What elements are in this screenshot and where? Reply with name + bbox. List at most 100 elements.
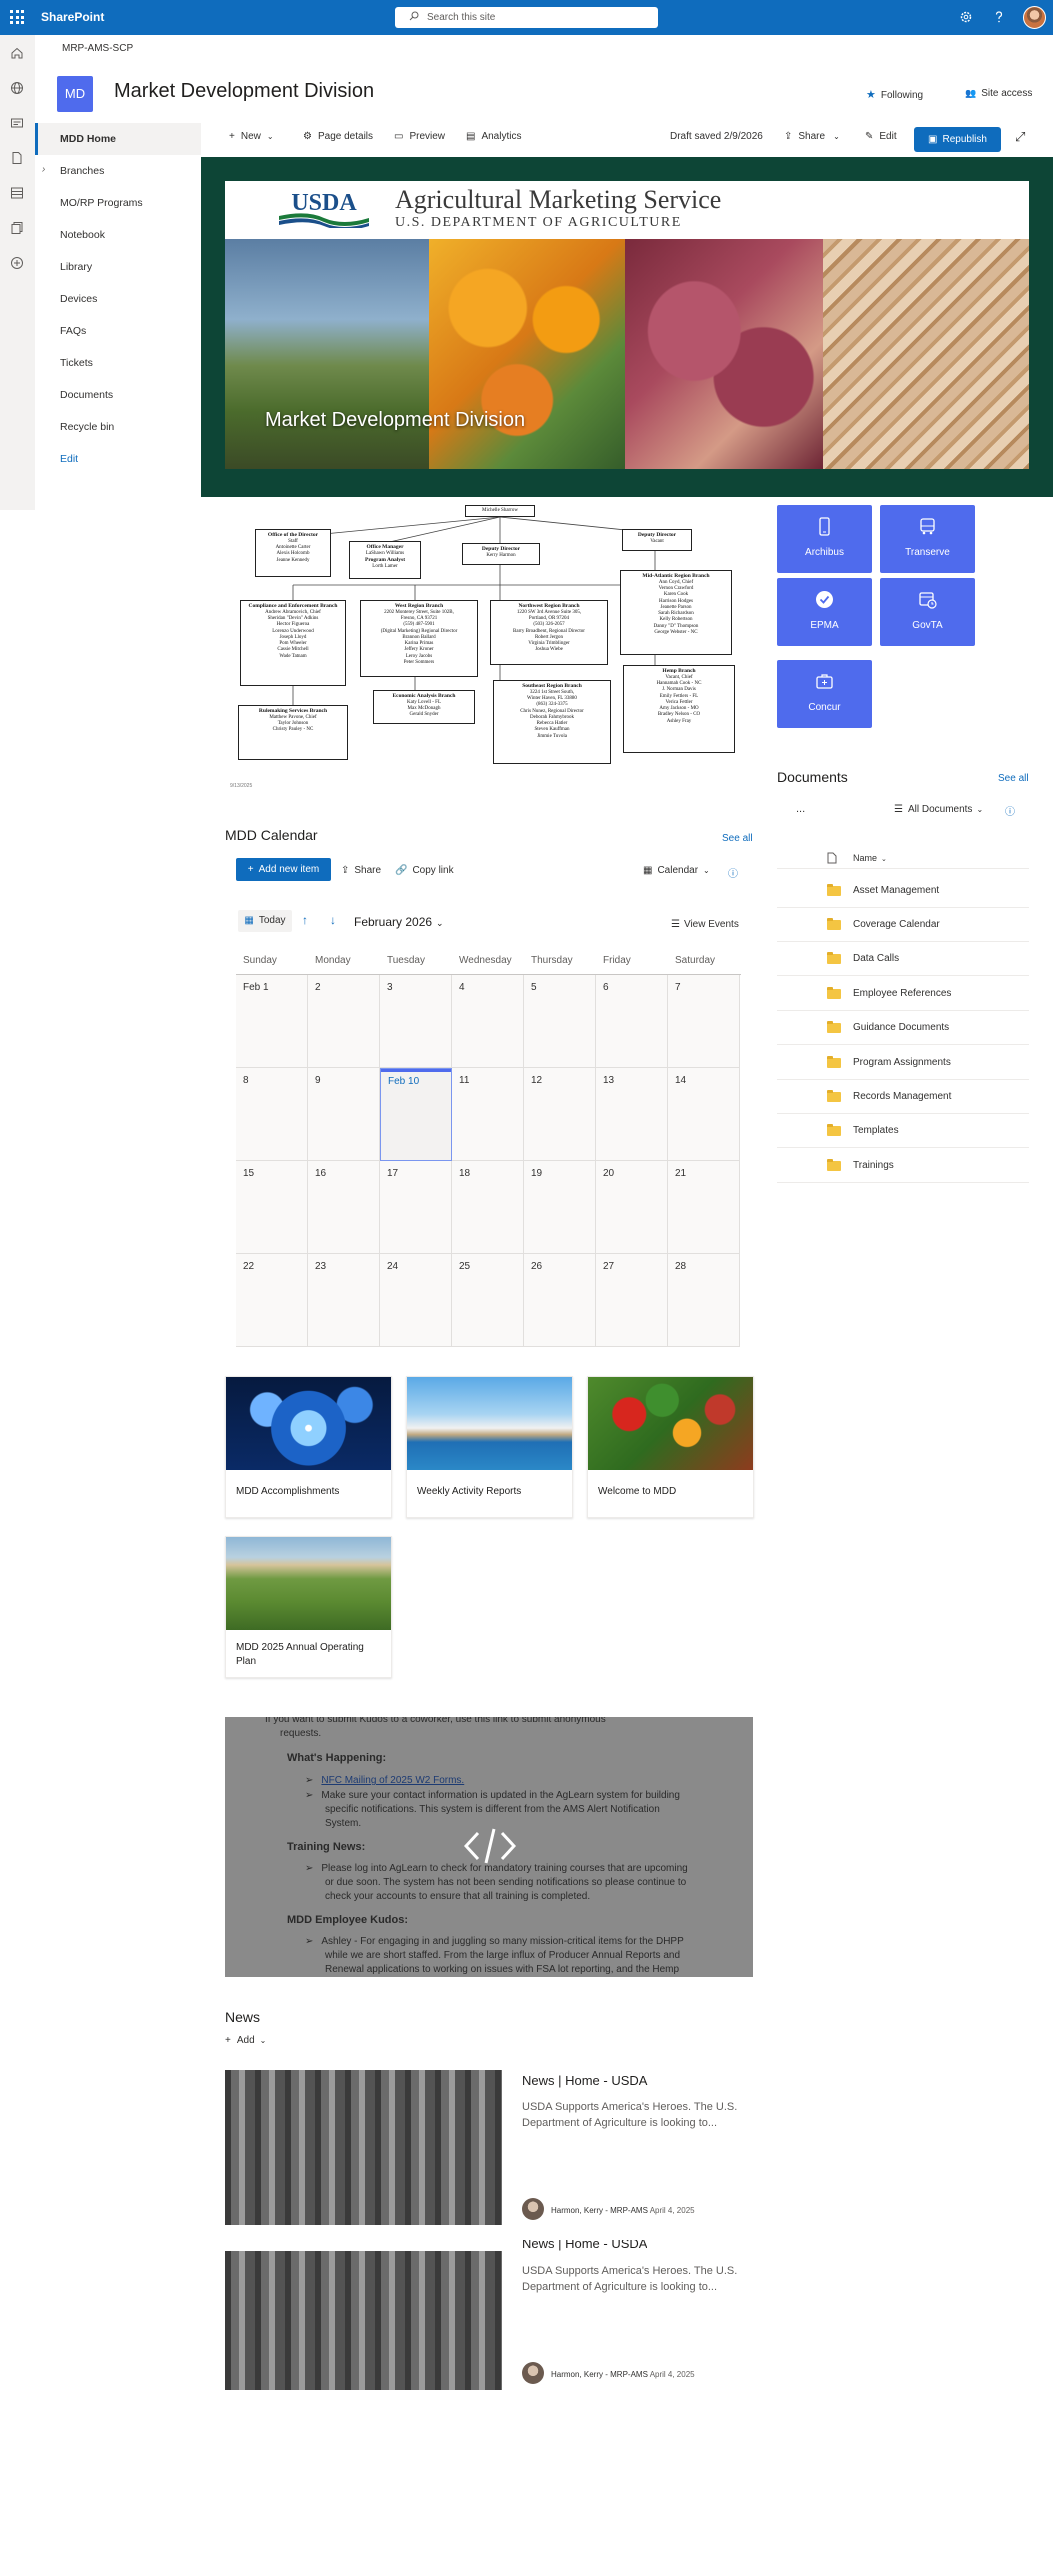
- avatar[interactable]: [1023, 6, 1046, 29]
- calendar-view-selector[interactable]: ▦ Calendar ⌄: [643, 865, 710, 876]
- calendar-day[interactable]: 22: [236, 1254, 308, 1347]
- gear-icon[interactable]: [958, 9, 974, 25]
- arrow-down-icon[interactable]: ↓: [330, 913, 336, 927]
- site-title[interactable]: Market Development Division: [114, 80, 374, 103]
- file-icon[interactable]: [9, 150, 25, 166]
- nav-item-recycle-bin[interactable]: Recycle bin: [35, 411, 201, 443]
- home-icon[interactable]: [9, 45, 25, 61]
- nav-edit-link[interactable]: Edit: [35, 443, 201, 475]
- today-button[interactable]: ▦ Today: [238, 910, 292, 932]
- folder-row[interactable]: Coverage Calendar: [777, 908, 1029, 942]
- calendar-day-today[interactable]: Feb 10: [380, 1068, 452, 1161]
- nav-item-devices[interactable]: Devices: [35, 283, 201, 315]
- month-selector[interactable]: February 2026 ⌄: [354, 915, 444, 929]
- content-card-mdd-accomplishments[interactable]: MDD Accomplishments: [225, 1376, 392, 1518]
- preview-button[interactable]: ▭ Preview: [394, 131, 445, 142]
- pages-icon[interactable]: [9, 220, 25, 236]
- calendar-day[interactable]: 25: [452, 1254, 524, 1347]
- chevron-right-icon[interactable]: ›: [42, 164, 45, 175]
- nav-item-branches[interactable]: › Branches: [35, 155, 201, 187]
- news-headline[interactable]: News | Home - USDA: [522, 2073, 647, 2088]
- calendar-day[interactable]: 21: [668, 1161, 740, 1254]
- following-button[interactable]: ★ Following: [866, 88, 923, 101]
- folder-row[interactable]: Trainings: [777, 1149, 1029, 1183]
- info-icon[interactable]: ⓘ: [1005, 803, 1015, 818]
- calendar-day[interactable]: 20: [596, 1161, 668, 1254]
- calendar-day[interactable]: 3: [380, 975, 452, 1068]
- quick-link-archibus[interactable]: Archibus: [777, 505, 872, 573]
- calendar-day[interactable]: 5: [524, 975, 596, 1068]
- republish-button[interactable]: ▣ Republish: [914, 127, 1001, 152]
- calendar-day[interactable]: 13: [596, 1068, 668, 1161]
- folder-row[interactable]: Guidance Documents: [777, 1011, 1029, 1045]
- content-card-weekly-activity-reports[interactable]: Weekly Activity Reports: [406, 1376, 573, 1518]
- info-icon[interactable]: ⓘ: [728, 865, 738, 880]
- news-icon[interactable]: [9, 115, 25, 131]
- page-details-button[interactable]: ⚙ Page details: [303, 131, 373, 142]
- calendar-day[interactable]: 11: [452, 1068, 524, 1161]
- calendar-day[interactable]: 9: [308, 1068, 380, 1161]
- calendar-day[interactable]: 17: [380, 1161, 452, 1254]
- quick-link-epma[interactable]: EPMA: [777, 578, 872, 646]
- site-access-button[interactable]: 👥 Site access: [965, 88, 1032, 99]
- calendar-day[interactable]: 15: [236, 1161, 308, 1254]
- nav-item-tickets[interactable]: Tickets: [35, 347, 201, 379]
- expand-icon[interactable]: ⤢: [1015, 129, 1025, 145]
- folder-row[interactable]: Records Management: [777, 1080, 1029, 1114]
- copy-link-button[interactable]: 🔗 Copy link: [395, 865, 454, 876]
- calendar-day[interactable]: 4: [452, 975, 524, 1068]
- site-logo[interactable]: MD: [57, 76, 93, 112]
- new-button[interactable]: + New ⌄: [229, 131, 274, 142]
- search-box[interactable]: Search this site: [395, 7, 658, 28]
- news-image-press[interactable]: [225, 2251, 502, 2390]
- app-name[interactable]: SharePoint: [41, 10, 104, 24]
- list-icon[interactable]: [9, 185, 25, 201]
- documents-see-all-link[interactable]: See all: [998, 773, 1029, 784]
- quick-link-transerve[interactable]: Transerve: [880, 505, 975, 573]
- content-card-annual-operating-plan[interactable]: MDD 2025 Annual Operating Plan: [225, 1536, 392, 1678]
- calendar-day[interactable]: 16: [308, 1161, 380, 1254]
- waffle-icon[interactable]: [10, 10, 24, 24]
- embed-webpart[interactable]: If you want to submit Kudos to a coworke…: [225, 1717, 753, 1977]
- name-column-header[interactable]: Name ⌄: [853, 853, 887, 863]
- calendar-share-button[interactable]: ⇪ Share: [341, 865, 381, 876]
- folder-row[interactable]: Program Assignments: [777, 1046, 1029, 1080]
- share-button[interactable]: ⇪ Share ⌄: [784, 131, 840, 142]
- folder-row[interactable]: Asset Management: [777, 874, 1029, 908]
- news-image-press[interactable]: [225, 2070, 502, 2225]
- more-options-button[interactable]: ...: [796, 803, 805, 815]
- calendar-day[interactable]: 14: [668, 1068, 740, 1161]
- calendar-day[interactable]: 19: [524, 1161, 596, 1254]
- calendar-day[interactable]: 2: [308, 975, 380, 1068]
- quick-link-govta[interactable]: GovTA: [880, 578, 975, 646]
- quick-link-concur[interactable]: Concur: [777, 660, 872, 728]
- calendar-day[interactable]: 12: [524, 1068, 596, 1161]
- view-selector[interactable]: ☰ All Documents ⌄: [894, 804, 983, 815]
- calendar-see-all-link[interactable]: See all: [722, 833, 753, 844]
- nav-item-mdd-home[interactable]: MDD Home: [35, 123, 201, 155]
- calendar-day[interactable]: 26: [524, 1254, 596, 1347]
- calendar-day[interactable]: 24: [380, 1254, 452, 1347]
- help-icon[interactable]: [991, 9, 1007, 25]
- news-headline[interactable]: News | Home - USDA: [522, 2240, 647, 2252]
- edit-button[interactable]: ✎ Edit: [865, 131, 897, 142]
- analytics-button[interactable]: ▤ Analytics: [466, 131, 521, 142]
- calendar-day[interactable]: 28: [668, 1254, 740, 1347]
- calendar-day[interactable]: 7: [668, 975, 740, 1068]
- content-card-welcome-to-mdd[interactable]: Welcome to MDD: [587, 1376, 754, 1518]
- calendar-day[interactable]: 6: [596, 975, 668, 1068]
- view-events-button[interactable]: ☰ View Events: [671, 919, 739, 930]
- nav-item-library[interactable]: Library: [35, 251, 201, 283]
- calendar-day[interactable]: 18: [452, 1161, 524, 1254]
- add-icon[interactable]: [9, 255, 25, 271]
- nav-item-faqs[interactable]: FAQs: [35, 315, 201, 347]
- arrow-up-icon[interactable]: ↑: [302, 913, 308, 927]
- calendar-day[interactable]: 27: [596, 1254, 668, 1347]
- breadcrumb[interactable]: MRP-AMS-SCP: [62, 43, 133, 54]
- calendar-day[interactable]: 23: [308, 1254, 380, 1347]
- nav-item-mo-rp-programs[interactable]: MO/RP Programs: [35, 187, 201, 219]
- calendar-day[interactable]: Feb 1: [236, 975, 308, 1068]
- folder-row[interactable]: Templates: [777, 1114, 1029, 1148]
- nav-item-notebook[interactable]: Notebook: [35, 219, 201, 251]
- globe-icon[interactable]: [9, 80, 25, 96]
